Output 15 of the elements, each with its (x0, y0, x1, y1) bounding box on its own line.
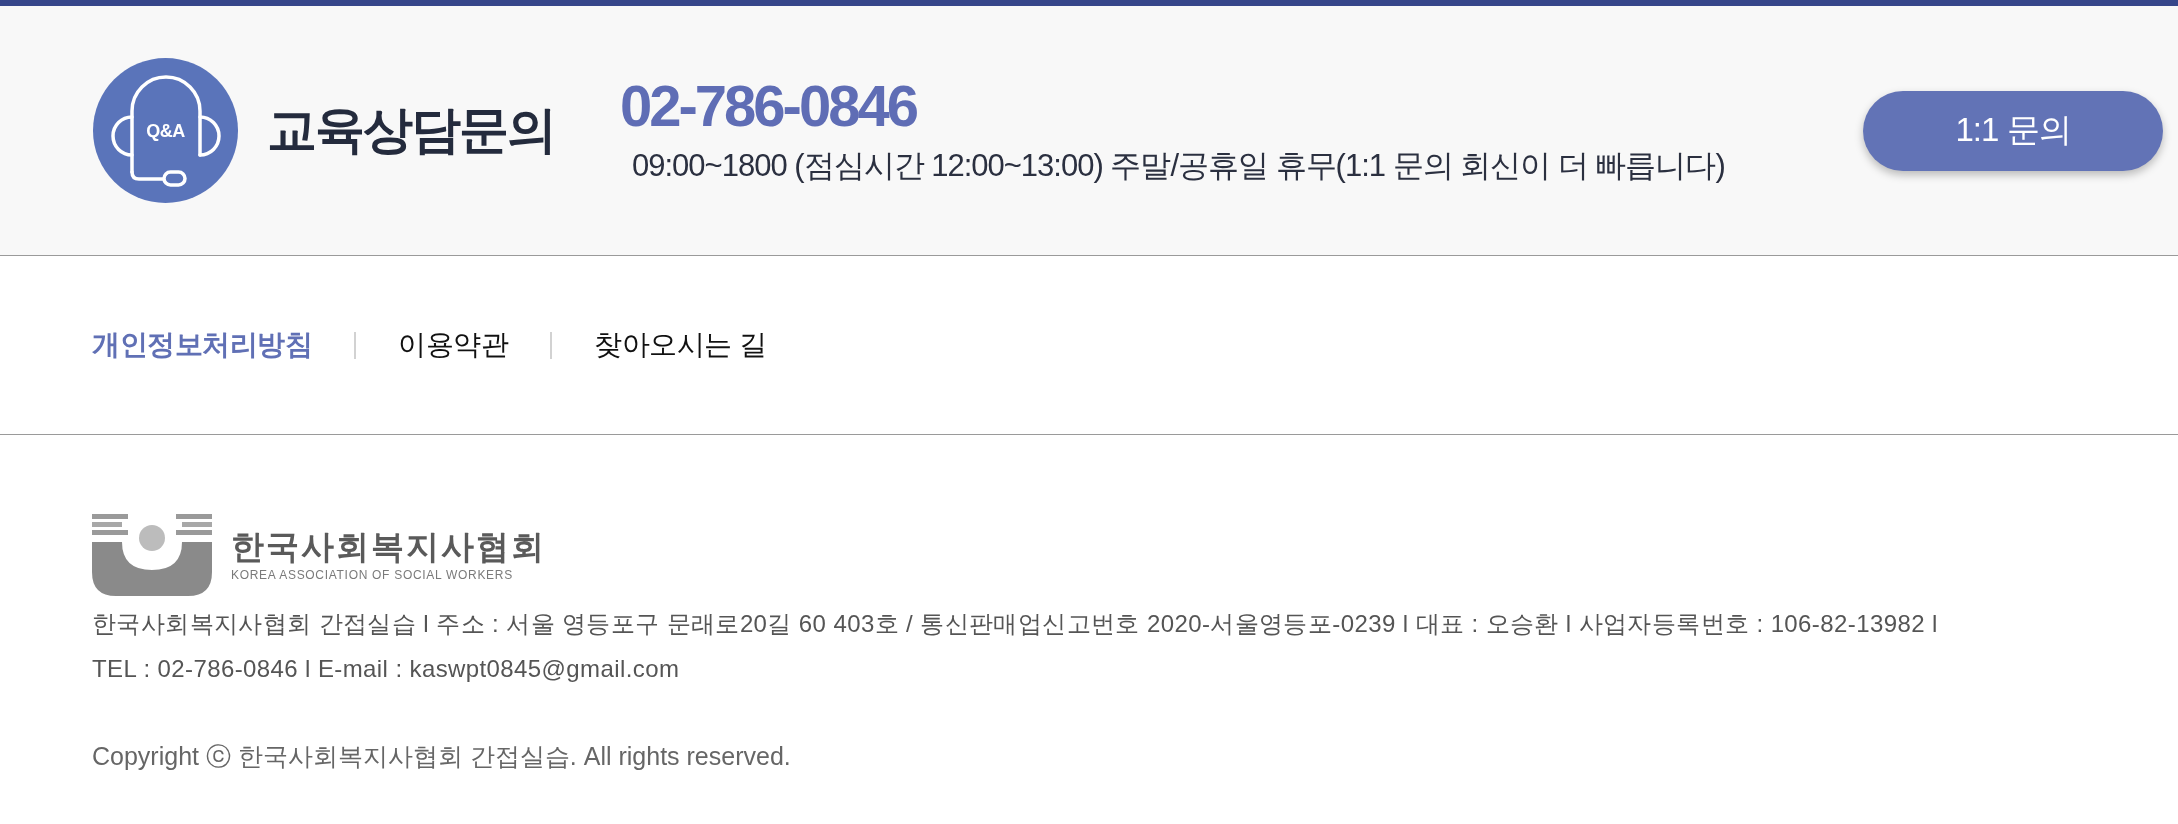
headset-icon (93, 58, 238, 203)
footer-link[interactable]: 이용약관 (398, 326, 508, 364)
phone-number: 02-786-0846 (620, 76, 916, 135)
logo-icon (92, 514, 212, 596)
hours-text: 09:00~1800 (점심시간 12:00~13:00) 주말/공휴일 휴무(1:1 문의 회신이 더 빠릅니다) (631, 146, 1725, 185)
copyright-text: Copyright ⓒ 한국사회복지사협회 간접실습. All rights reserved. (92, 741, 792, 771)
banner-title: 교육상담문의 (267, 101, 555, 160)
company-info-text: 한국사회복지사협회 간접실습 l 주소 : 서울 영등포구 문래로20길 60 403호 / 통신판매업신고번호 2020-서울영등포-0239 l 대표 : 오승환 l 사업자등록번호 : 106-82-13982 l (92, 609, 1939, 639)
company-info-text: TEL : 02-786-0846 l E-mail : kaswpt0845@gmail.com (92, 654, 681, 684)
logo-subtitle: KOREA ASSOCIATION OF SOCIAL WORKERS (231, 568, 513, 583)
footer-link[interactable]: 찾아오시는 길 (594, 326, 767, 364)
inquiry-button[interactable]: 1:1 문의 (1863, 90, 2163, 171)
qa-label: Q&A (146, 121, 185, 141)
logo-name: 한국사회복지사협회 (231, 527, 546, 566)
footer-link[interactable]: 개인정보처리방침 (92, 326, 312, 364)
